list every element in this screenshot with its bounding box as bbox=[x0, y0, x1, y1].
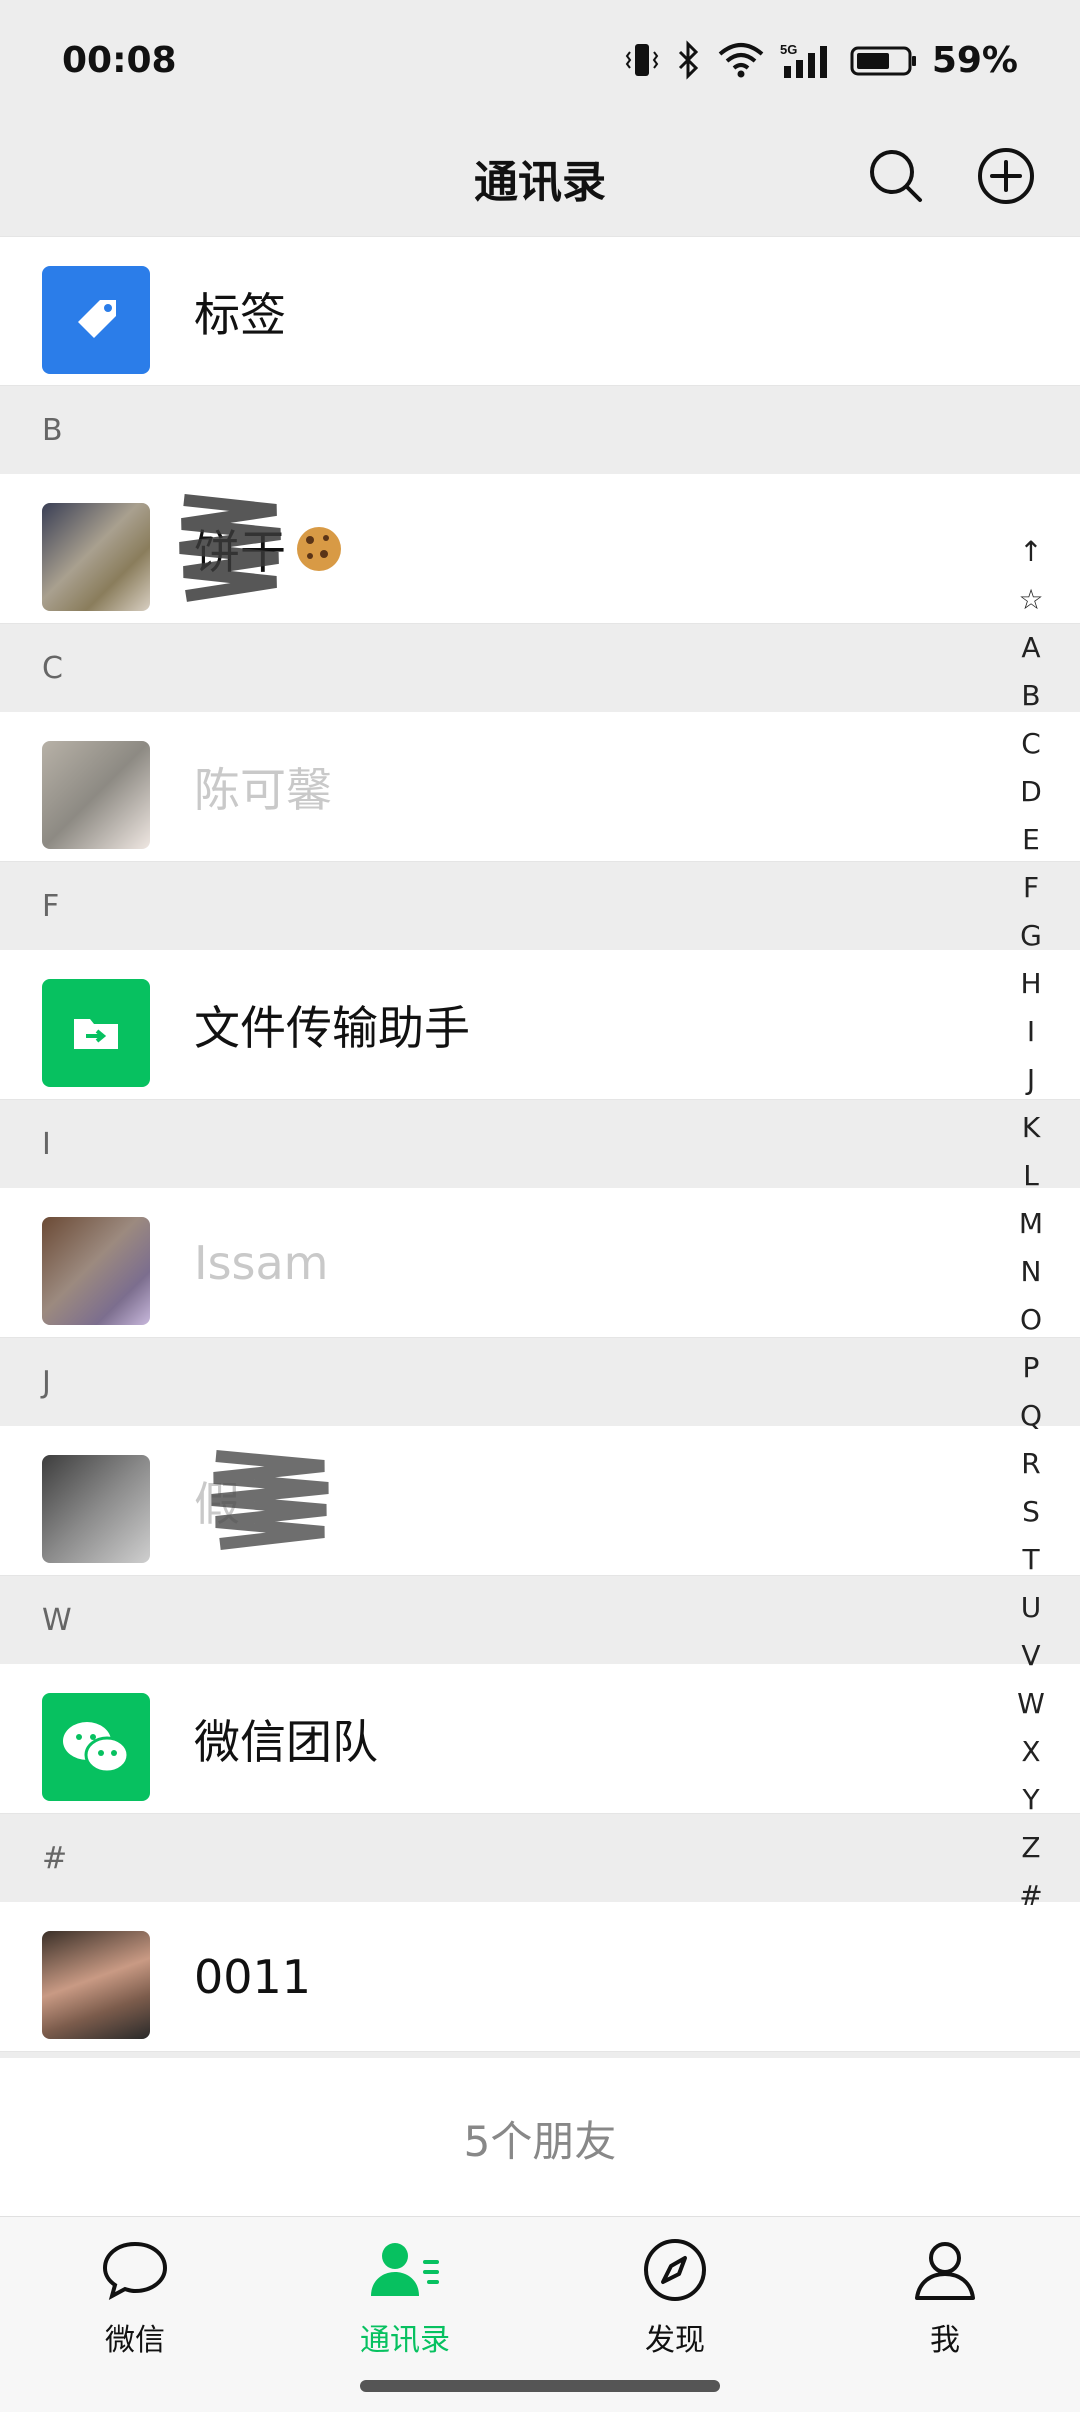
index-letter[interactable]: F bbox=[1023, 864, 1039, 912]
index-letter[interactable]: Q bbox=[1020, 1392, 1042, 1440]
avatar bbox=[42, 1217, 150, 1325]
index-letter[interactable]: W bbox=[1017, 1680, 1045, 1728]
contact-row-b[interactable]: 饼干 bbox=[0, 474, 1080, 624]
home-indicator[interactable] bbox=[360, 2380, 720, 2392]
index-letter[interactable]: T bbox=[1022, 1536, 1039, 1584]
status-time: 00:08 bbox=[62, 39, 177, 81]
tags-label: 标签 bbox=[194, 288, 286, 342]
index-letter[interactable]: Y bbox=[1022, 1776, 1039, 1824]
section-header-j: J bbox=[0, 1338, 1080, 1426]
index-letter[interactable]: U bbox=[1021, 1584, 1042, 1632]
wechat-team-icon bbox=[42, 1693, 150, 1801]
search-icon bbox=[870, 150, 922, 202]
section-header-f: F bbox=[0, 862, 1080, 950]
battery-icon bbox=[850, 46, 916, 76]
index-letter[interactable]: N bbox=[1021, 1248, 1042, 1296]
contact-row-i[interactable]: Issam bbox=[0, 1188, 1080, 1338]
avatar bbox=[42, 503, 150, 611]
chat-bubble-icon bbox=[102, 2241, 168, 2300]
index-letter[interactable]: H bbox=[1020, 960, 1041, 1008]
bluetooth-icon bbox=[678, 40, 698, 80]
contact-row-w[interactable]: 微信团队 bbox=[0, 1664, 1080, 1814]
index-letter[interactable]: ↑ bbox=[1019, 528, 1042, 576]
redaction-scribble bbox=[211, 1450, 329, 1550]
index-letter[interactable]: K bbox=[1022, 1104, 1040, 1152]
wifi-icon bbox=[718, 43, 764, 78]
section-header-b: B bbox=[0, 386, 1080, 474]
contact-row-j[interactable]: 假 bbox=[0, 1426, 1080, 1576]
section-header-i: I bbox=[0, 1100, 1080, 1188]
redaction-scribble bbox=[179, 494, 281, 602]
contact-row-c[interactable]: 陈可馨 bbox=[0, 712, 1080, 862]
avatar bbox=[42, 1455, 150, 1563]
friend-count: 5个朋友 bbox=[0, 2058, 1080, 2218]
index-letter[interactable]: C bbox=[1021, 720, 1041, 768]
tab-label: 发现 bbox=[645, 2323, 705, 2358]
index-letter[interactable]: # bbox=[1019, 1872, 1042, 1920]
section-header-hash: # bbox=[0, 1814, 1080, 1902]
tab-me[interactable]: 我 bbox=[810, 2217, 1080, 2412]
tab-label: 我 bbox=[930, 2323, 960, 2358]
index-letter[interactable]: D bbox=[1020, 768, 1042, 816]
index-letter[interactable]: L bbox=[1023, 1152, 1039, 1200]
network-label: 5G bbox=[780, 42, 797, 57]
search-button[interactable] bbox=[864, 144, 928, 208]
tab-label: 微信 bbox=[105, 2323, 165, 2358]
alphabet-index-bar[interactable]: ↑ ☆ A B C D E F G H I J K L M N O P Q R S T U V W X Y Z # bbox=[1006, 528, 1056, 1920]
contacts-screen: 00:08 5G 59% 通讯录 标签 B 饼干 C 陈可馨 F 文件传输助手 … bbox=[0, 0, 1080, 2412]
cookie-icon bbox=[297, 527, 341, 571]
plus-circle-icon bbox=[978, 148, 1034, 204]
index-letter[interactable]: S bbox=[1022, 1488, 1040, 1536]
compass-icon bbox=[644, 2239, 706, 2301]
section-header-c: C bbox=[0, 624, 1080, 712]
contact-name: 0011 bbox=[194, 1950, 312, 2004]
index-letter[interactable]: G bbox=[1020, 912, 1042, 960]
index-letter[interactable]: I bbox=[1027, 1008, 1035, 1056]
nav-bar: 通讯录 bbox=[0, 120, 1080, 236]
index-letter[interactable]: O bbox=[1020, 1296, 1042, 1344]
index-letter[interactable]: J bbox=[1027, 1056, 1035, 1104]
avatar bbox=[42, 741, 150, 849]
cellular-5g-icon: 5G bbox=[780, 42, 827, 78]
index-letter[interactable]: B bbox=[1021, 672, 1040, 720]
contact-row-hash[interactable]: 0011 bbox=[0, 1902, 1080, 2052]
contact-name: 文件传输助手 bbox=[194, 1001, 470, 1055]
contact-name: 微信团队 bbox=[194, 1715, 378, 1769]
avatar bbox=[42, 1931, 150, 2039]
tab-label: 通讯录 bbox=[360, 2323, 450, 2358]
status-bar: 00:08 5G 59% bbox=[0, 0, 1080, 120]
index-letter[interactable]: E bbox=[1022, 816, 1040, 864]
file-transfer-icon bbox=[42, 979, 150, 1087]
contact-name: 陈可馨 bbox=[194, 763, 332, 817]
index-letter[interactable]: M bbox=[1019, 1200, 1043, 1248]
index-letter[interactable]: A bbox=[1021, 624, 1040, 672]
index-letter[interactable]: V bbox=[1021, 1632, 1040, 1680]
index-letter[interactable]: R bbox=[1021, 1440, 1040, 1488]
tab-chats[interactable]: 微信 bbox=[0, 2217, 270, 2412]
index-letter[interactable]: X bbox=[1021, 1728, 1040, 1776]
vibrate-icon bbox=[625, 44, 659, 76]
index-letter[interactable]: ☆ bbox=[1018, 576, 1043, 624]
index-letter[interactable]: P bbox=[1023, 1344, 1040, 1392]
tags-row[interactable]: 标签 bbox=[0, 236, 1080, 386]
contacts-icon bbox=[371, 2243, 439, 2296]
battery-percentage: 59% bbox=[931, 39, 1018, 81]
status-icons: 5G 59% bbox=[624, 40, 1018, 81]
contact-list: 标签 B 饼干 C 陈可馨 F 文件传输助手 I Issam J 假 W 微信团… bbox=[0, 236, 1080, 2052]
contact-name: Issam bbox=[194, 1236, 329, 1290]
section-header-w: W bbox=[0, 1576, 1080, 1664]
add-button[interactable] bbox=[974, 144, 1038, 208]
contact-row-f[interactable]: 文件传输助手 bbox=[0, 950, 1080, 1100]
index-letter[interactable]: Z bbox=[1021, 1824, 1040, 1872]
person-icon bbox=[915, 2242, 975, 2300]
tag-icon bbox=[42, 266, 150, 374]
